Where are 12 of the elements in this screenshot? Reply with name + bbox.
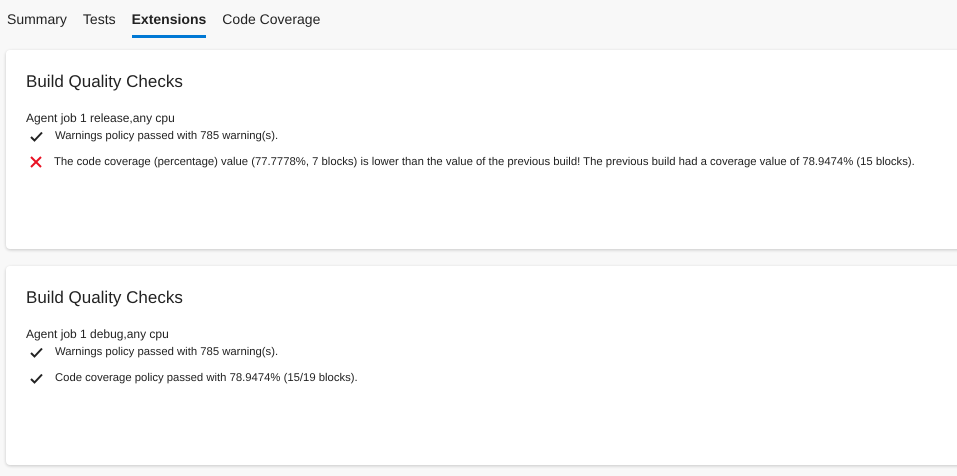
tab[interactable]: Code Coverage (222, 0, 320, 38)
card-title: Build Quality Checks (26, 71, 184, 93)
tab[interactable]: Summary (7, 0, 67, 38)
tab[interactable]: Extensions (132, 0, 206, 38)
tab[interactable]: Tests (82, 0, 116, 38)
agent-job-label: Agent job 1 release,any cpu (26, 110, 176, 126)
check-message: The code coverage (percentage) value (77.7778%, 7 blocks) is lower than the value of the previous build! The previous build had a coverage value of 78.9474% (15 blocks). (54, 155, 915, 170)
check-message: Warnings policy passed with 785 warning(s). (55, 345, 278, 360)
check-message: Warnings policy passed with 785 warning(s). (55, 129, 278, 144)
card-title: Build Quality Checks (26, 287, 184, 309)
agent-job-label: Agent job 1 debug,any cpu (26, 326, 170, 342)
check-message: Code coverage policy passed with 78.9474% (15/19 blocks). (55, 371, 358, 386)
